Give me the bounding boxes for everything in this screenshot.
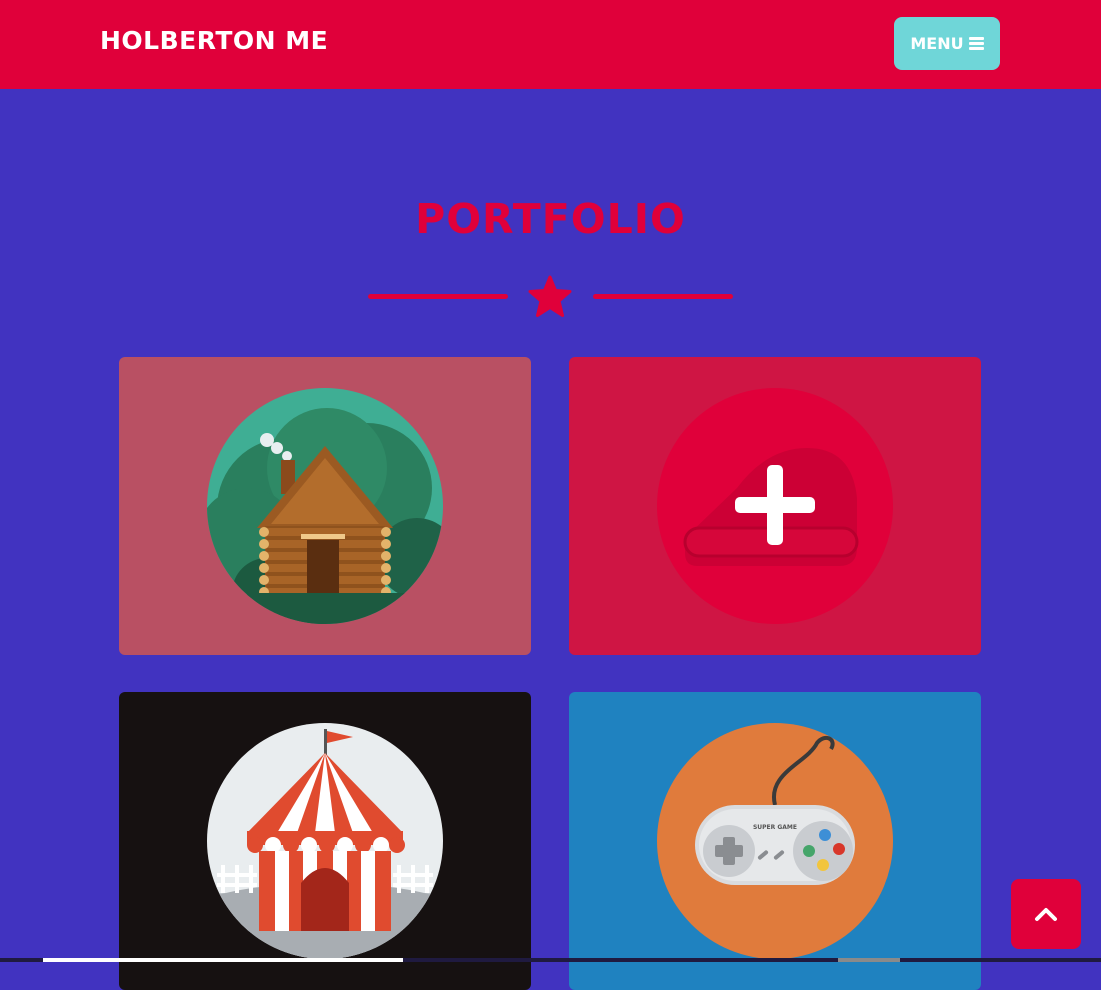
horizontal-scrollbar-segment (838, 958, 900, 962)
divider-right (593, 294, 733, 299)
menu-label: MENU (910, 34, 964, 53)
portfolio-item-cake[interactable] (569, 357, 981, 655)
portfolio-item-circus[interactable] (119, 692, 531, 990)
log-cabin-illustration (207, 388, 443, 624)
portfolio-item-cabin[interactable] (119, 357, 531, 655)
menu-button[interactable]: MENU (894, 17, 1000, 70)
chevron-up-icon (1035, 908, 1057, 921)
divider-left (368, 294, 508, 299)
bars-icon (968, 37, 984, 50)
game-controller-illustration: SUPER GAME (657, 723, 893, 959)
horizontal-scrollbar-thumb[interactable] (43, 958, 403, 962)
scroll-to-top-button[interactable] (1011, 879, 1081, 949)
circus-tent-illustration (207, 723, 443, 959)
controller-label: SUPER GAME (753, 824, 797, 831)
star-icon (528, 275, 572, 317)
brand-link[interactable]: HOLBERTON ME (100, 26, 328, 55)
plus-icon (735, 465, 815, 545)
navbar: HOLBERTON ME MENU (0, 0, 1101, 89)
portfolio-item-game[interactable]: SUPER GAME (569, 692, 981, 990)
portfolio-title: PORTFOLIO (415, 195, 686, 243)
